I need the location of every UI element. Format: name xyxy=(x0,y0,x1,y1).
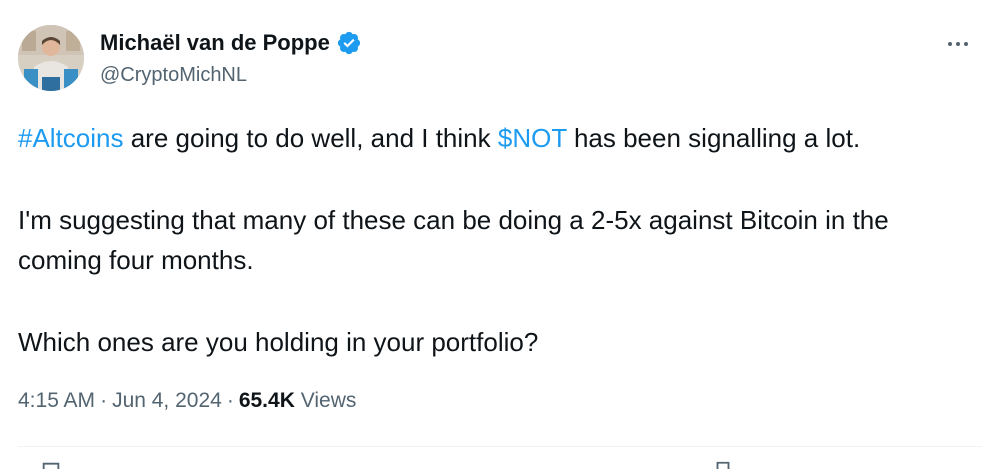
tweet-date[interactable]: Jun 4, 2024 xyxy=(112,389,222,412)
tweet-text: has been signalling a lot. xyxy=(566,123,861,153)
divider xyxy=(18,446,982,447)
more-dot xyxy=(956,42,960,46)
tweet-paragraph-1: #Altcoins are going to do well, and I th… xyxy=(18,118,978,158)
tweet-paragraph-3: Which ones are you holding in your portf… xyxy=(18,327,539,357)
views-count[interactable]: 65.4K xyxy=(239,389,295,412)
tweet-text: are going to do well, and I think xyxy=(123,123,498,153)
more-dot xyxy=(964,42,968,46)
more-options-icon[interactable] xyxy=(940,32,976,56)
cashtag-link[interactable]: $NOT xyxy=(498,123,567,153)
author-name-row: Michaël van de Poppe xyxy=(100,28,362,58)
meta-separator: · xyxy=(100,389,108,412)
bookmark-icon[interactable] xyxy=(712,460,734,469)
author-display-name[interactable]: Michaël van de Poppe xyxy=(100,30,330,56)
verified-badge-icon[interactable] xyxy=(336,30,362,56)
author-handle[interactable]: @CryptoMichNL xyxy=(100,64,362,87)
tweet-meta: 4:15 AM · Jun 4, 2024 · 65.4K Views xyxy=(18,389,356,413)
tweet-time[interactable]: 4:15 AM xyxy=(18,389,95,412)
tweet-card: Michaël van de Poppe @CryptoMichNL #Altc… xyxy=(0,0,1000,469)
tweet-body: #Altcoins are going to do well, and I th… xyxy=(18,118,978,404)
hashtag-link[interactable]: #Altcoins xyxy=(18,123,124,153)
author-block: Michaël van de Poppe @CryptoMichNL xyxy=(100,28,362,87)
avatar[interactable] xyxy=(18,25,84,91)
tweet-paragraph-2: I'm suggesting that many of these can be… xyxy=(18,205,889,275)
avatar-photo xyxy=(18,25,84,91)
reply-icon[interactable] xyxy=(40,460,62,469)
meta-separator: · xyxy=(226,389,234,412)
views-label: Views xyxy=(300,389,357,412)
more-dot xyxy=(948,42,952,46)
